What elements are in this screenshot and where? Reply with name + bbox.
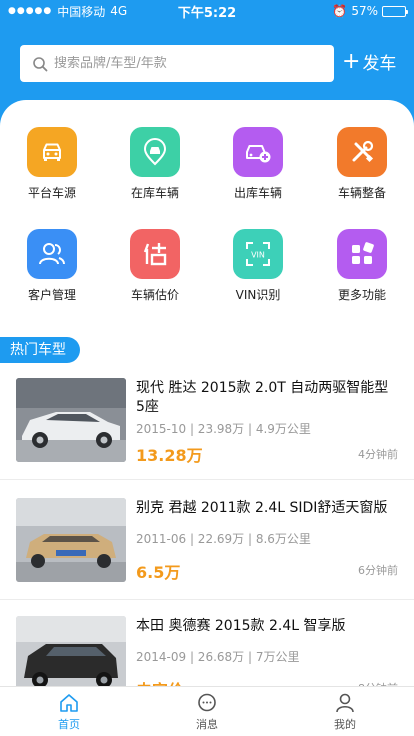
car-price: 6.5万 (136, 563, 181, 582)
search-icon (33, 56, 48, 71)
grid-icon-bg (337, 229, 387, 279)
status-right: ⏰ 57% (256, 4, 408, 18)
grid-item-more[interactable]: 更多功能 (312, 229, 412, 303)
vin-scan-icon: VIN (246, 242, 270, 266)
grid-label: 平台车源 (27, 186, 76, 200)
tab-messages[interactable]: 消息 (138, 687, 276, 736)
car-title: 本田 奥德赛 2015款 2.4L 智享版 (136, 618, 346, 634)
car-list-item[interactable]: 现代 胜达 2015款 2.0T 自动两驱智能型 5座 2015-10 | 23… (0, 378, 414, 477)
publish-car-button[interactable]: + 发车 (342, 49, 396, 74)
car-meta: 2014-09 | 26.68万 | 7万公里 (136, 650, 300, 664)
home-icon (60, 693, 78, 712)
location-car-icon (143, 138, 167, 166)
section-hot-models: 热门车型 (0, 337, 80, 363)
car-list-item[interactable]: 别克 君越 2011款 2.4L SIDI舒适天窗版 2011-06 | 22.… (0, 498, 414, 597)
grid-item-out-stock[interactable]: 出库车辆 (208, 127, 308, 201)
tab-label: 我的 (334, 717, 356, 731)
tab-bar: 首页 消息 我的 (0, 686, 414, 736)
tab-profile[interactable]: 我的 (276, 687, 414, 736)
grid-icon-bg: VIN (233, 229, 283, 279)
search-box[interactable] (20, 45, 334, 82)
grid-label: 客户管理 (27, 288, 76, 302)
grid-item-customers[interactable]: 客户管理 (2, 229, 102, 303)
grid-label: VIN识别 (235, 288, 281, 302)
car-time: 4分钟前 (358, 448, 398, 461)
network-type: 4G (110, 4, 128, 18)
car-photo-gold-sedan (16, 498, 126, 582)
grid-item-valuation[interactable]: 车辆估价 (105, 229, 205, 303)
grid-label: 出库车辆 (233, 186, 282, 200)
grid-icon-bg (130, 229, 180, 279)
search-input[interactable] (54, 56, 314, 71)
battery-text: 57% (351, 4, 378, 18)
tools-icon (352, 140, 374, 163)
grid-item-platform-source[interactable]: 平台车源 (2, 127, 102, 201)
grid-label: 车辆估价 (130, 288, 179, 302)
status-bar: ●●●●● 中国移动 4G 下午5:22 ⏰ 57% (0, 0, 414, 22)
grid-item-in-stock[interactable]: 在库车辆 (105, 127, 205, 201)
main-panel: 平台车源 在库车辆 出库车辆 车辆整备 客户管理 车辆估价 VIN VIN识别 … (0, 100, 414, 736)
car-meta: 2011-06 | 22.69万 | 8.6万公里 (136, 532, 311, 546)
more-grid-icon (352, 242, 374, 264)
grid-icon-bg (233, 127, 283, 177)
tab-label: 首页 (58, 717, 80, 731)
grid-icon-bg (337, 127, 387, 177)
car-front-icon (43, 143, 61, 161)
publish-label: 发车 (362, 54, 397, 74)
tab-label: 消息 (196, 717, 218, 731)
car-title: 别克 君越 2011款 2.4L SIDI舒适天窗版 (136, 500, 388, 516)
car-meta: 2015-10 | 23.98万 | 4.9万公里 (136, 422, 311, 436)
tab-home[interactable]: 首页 (0, 687, 138, 736)
grid-item-vin[interactable]: VIN VIN识别 (208, 229, 308, 303)
status-time: 下午5:22 (177, 5, 237, 21)
grid-item-preparation[interactable]: 车辆整备 (312, 127, 412, 201)
grid-label: 车辆整备 (337, 186, 386, 200)
car-photo-silver-suv (16, 378, 126, 462)
status-left: ●●●●● 中国移动 4G (8, 3, 158, 20)
grid-icon-bg (130, 127, 180, 177)
car-price: 13.28万 (136, 446, 203, 465)
divider (0, 599, 414, 600)
estimate-icon (143, 243, 167, 266)
car-time: 6分钟前 (358, 564, 398, 577)
plus-icon: + (342, 48, 361, 74)
car-plus-icon (246, 145, 271, 163)
customers-icon (39, 243, 65, 265)
svg-text:VIN: VIN (251, 251, 265, 260)
battery-icon (382, 5, 408, 17)
message-icon (198, 693, 216, 711)
car-title: 现代 胜达 2015款 2.0T 自动两驱智能型 5座 (136, 380, 389, 415)
carrier-text: 中国移动 (57, 4, 106, 19)
grid-label: 更多功能 (337, 288, 386, 302)
grid-icon-bg (27, 127, 77, 177)
grid-label: 在库车辆 (130, 186, 179, 200)
divider (0, 479, 414, 480)
car-thumbnail (16, 498, 126, 582)
alarm-icon: ⏰ (332, 4, 348, 18)
user-icon (336, 693, 354, 712)
car-thumbnail (16, 378, 126, 462)
signal-icon: ●●●●● (8, 6, 53, 16)
grid-icon-bg (27, 229, 77, 279)
